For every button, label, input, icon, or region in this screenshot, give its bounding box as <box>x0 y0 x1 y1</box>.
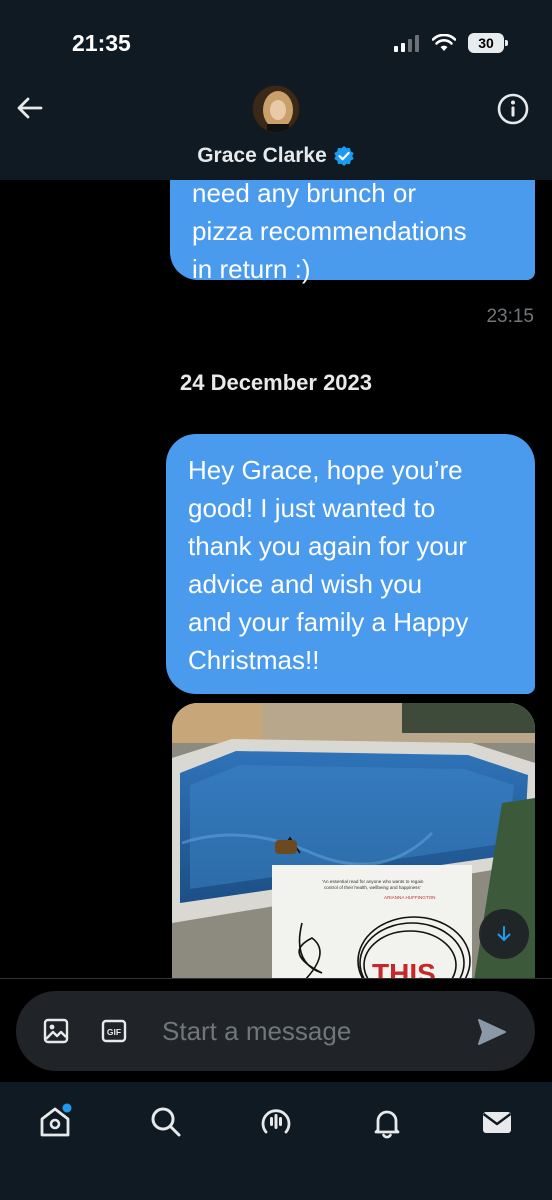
home-icon <box>40 1103 72 1137</box>
bottom-tab-bar <box>0 1082 552 1200</box>
message-line: good! I just wanted to <box>188 493 436 523</box>
message-line: Christmas!! <box>188 645 320 675</box>
date-separator: 24 December 2023 <box>179 370 373 395</box>
message-list[interactable]: need any brunch or pizza recommendations… <box>0 180 552 978</box>
book-author: ARIANNA HUFFINGTON <box>384 895 435 900</box>
conversation-header: Grace Clarke <box>0 60 552 180</box>
tab-spaces[interactable] <box>252 1098 300 1146</box>
message-bubble-sent[interactable]: need any brunch or pizza recommendations… <box>170 180 535 284</box>
message-line: in return :) <box>192 254 311 284</box>
gif-icon: GIF <box>101 1019 127 1043</box>
message-line: pizza recommendations <box>192 216 467 246</box>
image-icon <box>43 1018 69 1044</box>
notifications-icon <box>374 1110 400 1139</box>
arrow-down-icon <box>497 926 511 941</box>
add-image-button[interactable] <box>40 1015 72 1047</box>
back-arrow-icon <box>17 97 43 119</box>
info-icon[interactable] <box>496 92 530 126</box>
contact-name-row[interactable]: Grace Clarke <box>0 144 552 168</box>
svg-text:GIF: GIF <box>107 1027 121 1037</box>
tab-search[interactable] <box>142 1098 190 1146</box>
tab-messages[interactable] <box>473 1098 521 1146</box>
search-icon <box>151 1107 181 1137</box>
scroll-to-bottom-button[interactable] <box>479 909 529 959</box>
contact-name: Grace Clarke <box>197 144 327 167</box>
message-timestamp: 23:15 <box>486 306 534 327</box>
composer-area: GIF <box>0 978 552 1082</box>
verified-badge-icon <box>334 146 354 166</box>
status-indicators: 30 <box>394 33 508 53</box>
book-title: THIS <box>372 958 436 978</box>
book-quote-2: control of their health, wellbeing and h… <box>324 885 421 890</box>
back-button[interactable] <box>12 90 48 126</box>
book-quote-1: 'An essential read for anyone who wants … <box>322 879 424 884</box>
battery-indicator: 30 <box>468 33 508 53</box>
message-line: thank you again for your <box>188 531 467 561</box>
cellular-signal-icon <box>394 35 419 52</box>
avatar[interactable] <box>251 84 301 134</box>
message-input[interactable] <box>162 1009 462 1053</box>
status-time: 21:35 <box>72 30 131 56</box>
message-bubble-sent[interactable]: Hey Grace, hope you’re good! I just want… <box>166 434 535 694</box>
battery-level: 30 <box>478 35 494 51</box>
send-icon[interactable] <box>475 1015 509 1049</box>
mail-icon <box>482 1112 512 1133</box>
message-line: and your family a Happy <box>188 607 469 637</box>
wifi-icon <box>432 34 456 51</box>
message-line: advice and wish you <box>188 569 423 599</box>
message-composer: GIF <box>16 991 535 1071</box>
add-gif-button[interactable]: GIF <box>98 1015 130 1047</box>
avatar-image <box>253 86 299 132</box>
message-line: Hey Grace, hope you’re <box>188 455 463 485</box>
tab-notifications[interactable] <box>363 1098 411 1146</box>
tab-home[interactable] <box>31 1098 79 1146</box>
spaces-icon <box>261 1109 291 1134</box>
message-line: need any brunch or <box>192 180 417 208</box>
